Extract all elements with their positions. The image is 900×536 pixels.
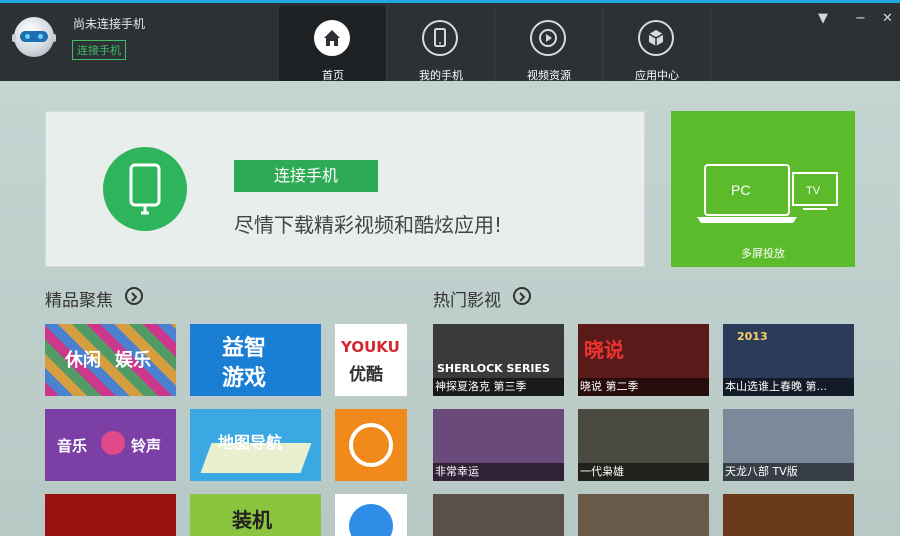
video-caption: 神探夏洛克 第三季	[433, 378, 564, 396]
hot-videos-arrow-icon[interactable]	[513, 287, 531, 305]
banner-slogan: 尽情下载精彩视频和酷炫应用!	[234, 213, 503, 237]
robot-logo-icon	[12, 17, 56, 57]
video-tile[interactable]	[578, 494, 709, 536]
close-icon[interactable]: ✕	[882, 11, 893, 26]
video-tile-benshan[interactable]: 2013 本山选谁上春晚 第...	[723, 324, 854, 396]
minimize-icon[interactable]: −	[855, 11, 866, 26]
video-tile-tianlong[interactable]: 天龙八部 TV版	[723, 409, 854, 481]
video-caption: 天龙八部 TV版	[723, 463, 854, 481]
connect-phone-badge[interactable]: 连接手机	[72, 40, 126, 60]
featured-apps-arrow-icon[interactable]	[125, 287, 143, 305]
app-tile-youku[interactable]: YOUKU 优酷	[335, 324, 407, 396]
app-tile-puzzle-games[interactable]: 益智 游戏	[190, 324, 321, 396]
home-icon	[314, 20, 350, 56]
video-tile[interactable]	[723, 494, 854, 536]
play-icon	[530, 20, 566, 56]
video-tile-lucky[interactable]: 非常幸运	[433, 409, 564, 481]
hot-videos-title: 热门影视	[433, 291, 501, 311]
video-tile-xiaoshuo[interactable]: 晓说 晓说 第二季	[578, 324, 709, 396]
video-tile[interactable]	[433, 494, 564, 536]
connection-status-title: 尚未连接手机	[73, 17, 146, 31]
pc-label: PC	[731, 182, 750, 198]
tab-video-resources[interactable]: 视频资源	[495, 6, 603, 84]
multiscreen-cast-tile[interactable]: PC TV 多屏投放	[671, 111, 855, 267]
video-caption: 晓说 第二季	[578, 378, 709, 396]
home-content: 连接手机 尽情下载精彩视频和酷炫应用! PC TV 多屏投放 精品聚焦 热门影视…	[0, 81, 900, 536]
tab-app-center[interactable]: 应用中心	[603, 6, 711, 84]
tab-my-phone[interactable]: 我的手机	[387, 6, 495, 84]
multiscreen-label: 多屏投放	[741, 247, 785, 260]
connect-banner: 连接手机 尽情下载精彩视频和酷炫应用!	[45, 111, 645, 267]
tab-home[interactable]: 首页	[279, 6, 387, 84]
phone-icon	[422, 20, 458, 56]
app-tile-casual-games[interactable]: 休闲 娱乐	[45, 324, 176, 396]
connect-phone-button[interactable]: 连接手机	[234, 160, 378, 192]
video-tile-sherlock[interactable]: SHERLOCK SERIES 神探夏洛克 第三季	[433, 324, 564, 396]
title-bar: 尚未连接手机 连接手机 首页 我的手机 视频资源 应用中心 ▼ − ✕	[0, 3, 900, 84]
app-tile-chat[interactable]	[335, 409, 407, 481]
app-tile-video-chat[interactable]	[335, 494, 407, 536]
pc-tv-icon: PC TV	[697, 164, 838, 223]
phone-cable-icon	[103, 147, 187, 231]
video-caption: 本山选谁上春晚 第...	[723, 378, 854, 396]
video-caption: 非常幸运	[433, 463, 564, 481]
app-tile-essentials[interactable]: 装机	[190, 494, 321, 536]
app-tile-red[interactable]	[45, 494, 176, 536]
featured-apps-title: 精品聚焦	[45, 291, 113, 311]
app-tile-map-navigation[interactable]: 地图导航	[190, 409, 321, 481]
app-tile-music-ringtones[interactable]: 音乐 铃声	[45, 409, 176, 481]
video-tile-hero[interactable]: 一代枭雄	[578, 409, 709, 481]
box-icon	[638, 20, 674, 56]
video-caption: 一代枭雄	[578, 463, 709, 481]
menu-dropdown-icon[interactable]: ▼	[818, 11, 828, 26]
tv-label: TV	[806, 185, 821, 197]
